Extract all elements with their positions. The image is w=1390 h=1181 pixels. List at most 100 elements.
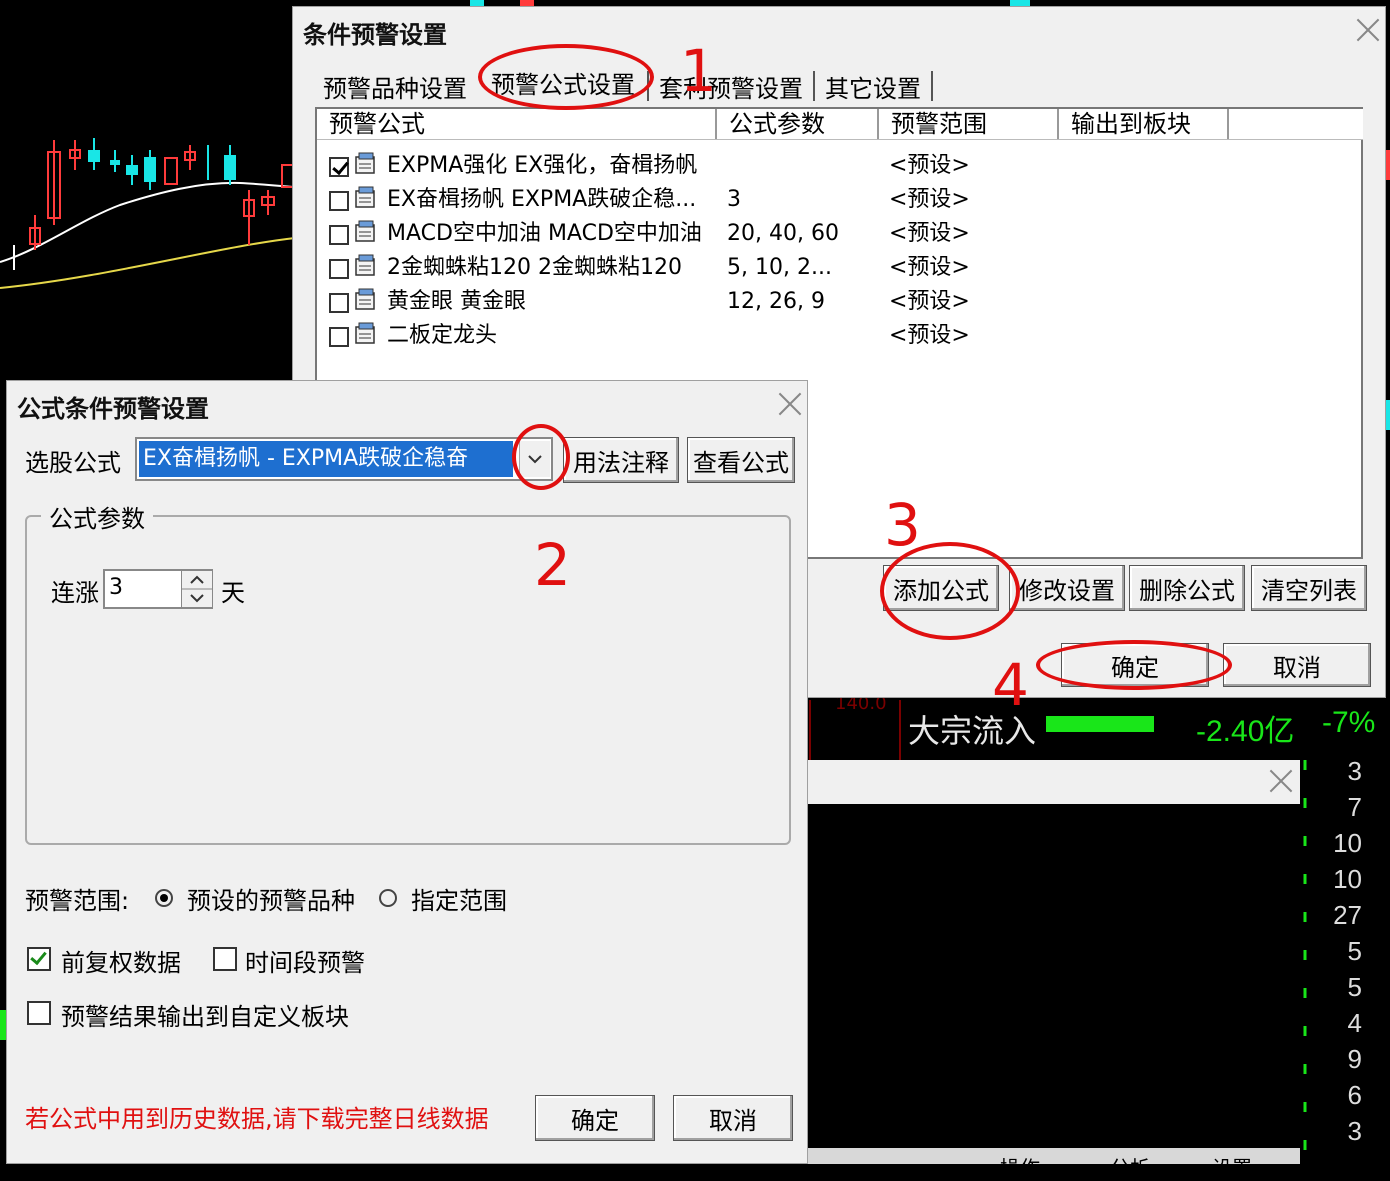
formula-row-range: <预设> [889, 323, 970, 348]
formula-icon [355, 186, 375, 208]
view-formula-button[interactable]: 查看公式 [687, 437, 795, 483]
background-dialog-titlebar [806, 760, 1300, 804]
formula-icon [355, 152, 375, 174]
param-unit: 天 [221, 579, 245, 607]
adjusted-data-checkbox[interactable] [27, 947, 51, 971]
formula-row[interactable]: 黄金眼 黄金眼 12, 26, 9 <预设> [325, 285, 1355, 319]
period-alert-checkbox[interactable] [213, 947, 237, 971]
col-header-params[interactable]: 公式参数 [717, 109, 879, 139]
formula-row-range: <预设> [889, 289, 970, 314]
header-divider [317, 139, 1363, 140]
param-input[interactable]: 3 [103, 569, 213, 609]
formula-row-checkbox[interactable] [329, 259, 349, 279]
output-board-checkbox[interactable] [27, 1001, 51, 1025]
formula-row-checkbox[interactable] [329, 191, 349, 211]
add-formula-button[interactable]: 添加公式 [883, 565, 999, 611]
formula-dialog-close-icon[interactable] [777, 391, 803, 417]
bottom-tab-settings[interactable]: 设置 [1212, 1152, 1252, 1181]
col-header-output[interactable]: 输出到板块 [1059, 109, 1229, 139]
formula-dialog-title: 公式条件预警设置 [17, 395, 209, 423]
tab-other-settings[interactable]: 其它设置 [825, 69, 921, 104]
formula-alert-dialog: 公式条件预警设置 选股公式 EX奋楫扬帆 - EXPMA跌破企稳奋 用法注释 查… [6, 380, 808, 1164]
adjusted-data-label: 前复权数据 [61, 949, 181, 977]
formula-select-dropdown[interactable] [519, 441, 550, 477]
formula-row-name: MACD空中加油 MACD空中加油 [387, 221, 702, 246]
annotation-number-1: 1 [680, 37, 717, 105]
range-label: 预警范围: [25, 887, 130, 915]
formula-row-range: <预设> [889, 255, 970, 280]
formula-icon [355, 322, 375, 344]
formula-row[interactable]: MACD空中加油 MACD空中加油 20, 40, 60 <预设> [325, 217, 1355, 251]
formula-icon [355, 220, 375, 242]
delete-formula-button[interactable]: 删除公式 [1129, 565, 1245, 611]
background-dialog-close-icon[interactable] [1268, 768, 1294, 794]
formula-row-params: 3 [727, 187, 741, 212]
params-group [25, 515, 791, 845]
block-flow-pct: -7% [1322, 706, 1376, 739]
chevron-down-icon [528, 455, 542, 464]
formula-row-range: <预设> [889, 187, 970, 212]
param-label: 连涨 [51, 579, 99, 607]
right-number: 6 [1347, 1080, 1362, 1110]
modify-settings-button[interactable]: 修改设置 [1009, 565, 1125, 611]
formula-row-name: 黄金眼 黄金眼 [387, 289, 526, 314]
col-header-range[interactable]: 预警范围 [879, 109, 1059, 139]
formula-row[interactable]: EX奋楫扬帆 EXPMA跌破企稳... 3 <预设> [325, 183, 1355, 217]
right-number: 3 [1347, 756, 1362, 786]
range-radio-preset[interactable] [155, 889, 173, 907]
block-flow-value: -2.40亿 [1196, 715, 1295, 748]
formula-row[interactable]: 2金蜘蛛粘120 2金蜘蛛粘120 5, 10, 2... <预设> [325, 251, 1355, 285]
alert-dialog-title: 条件预警设置 [303, 21, 447, 49]
formula-row-params: 12, 26, 9 [727, 289, 825, 314]
right-number: 4 [1347, 1008, 1362, 1038]
range-option-preset-label: 预设的预警品种 [187, 887, 355, 915]
formula-cancel-button[interactable]: 取消 [673, 1095, 793, 1141]
formula-row-name: EX奋楫扬帆 EXPMA跌破企稳... [387, 187, 697, 212]
clear-list-button[interactable]: 清空列表 [1251, 565, 1367, 611]
formula-row-params: 20, 40, 60 [727, 221, 839, 246]
background-dialog [806, 760, 1300, 1148]
params-group-label: 公式参数 [41, 499, 153, 534]
alert-dialog-close-icon[interactable] [1355, 17, 1381, 43]
tab-separator [647, 71, 649, 101]
annotation-number-4: 4 [992, 651, 1029, 719]
formula-row-params: 5, 10, 2... [727, 255, 832, 280]
right-number: 27 [1333, 900, 1362, 930]
formula-row[interactable]: 二板定龙头 <预设> [325, 319, 1355, 353]
formula-select-value: EX奋楫扬帆 - EXPMA跌破企稳奋 [139, 441, 513, 477]
right-number: 5 [1347, 936, 1362, 966]
right-number: 7 [1347, 792, 1362, 822]
bottom-tab-analyze[interactable]: 分析 [1110, 1152, 1150, 1181]
col-header-formula[interactable]: 预警公式 [317, 109, 717, 139]
formula-select[interactable]: EX奋楫扬帆 - EXPMA跌破企稳奋 [135, 437, 553, 481]
bottom-tab-operate[interactable]: 操作 [1000, 1152, 1040, 1181]
formula-row-checkbox[interactable] [329, 293, 349, 313]
tab-alert-products[interactable]: 预警品种设置 [323, 69, 467, 104]
range-radio-specified[interactable] [379, 889, 397, 907]
history-data-hint: 若公式中用到历史数据,请下载完整日线数据 [25, 1105, 489, 1133]
formula-row-range: <预设> [889, 221, 970, 246]
alert-cancel-button[interactable]: 取消 [1223, 643, 1371, 687]
usage-notes-button[interactable]: 用法注释 [563, 437, 679, 483]
annotation-number-3: 3 [884, 491, 921, 559]
formula-row[interactable]: EXPMA强化 EX强化，奋楫扬帆 <预设> [325, 149, 1355, 183]
tab-alert-formula[interactable]: 预警公式设置 [491, 65, 635, 100]
right-number: 10 [1333, 828, 1362, 858]
right-number: 5 [1347, 972, 1362, 1002]
formula-row-name: 二板定龙头 [387, 323, 498, 348]
param-spinner[interactable] [181, 571, 212, 607]
formula-row-checkbox[interactable] [329, 327, 349, 347]
right-number: 3 [1347, 1116, 1362, 1146]
select-formula-label: 选股公式 [25, 449, 121, 477]
formula-row-checkbox[interactable] [329, 157, 349, 177]
formula-row-range: <预设> [889, 153, 970, 178]
range-option-specified-label: 指定范围 [411, 887, 507, 915]
formula-ok-button[interactable]: 确定 [535, 1095, 655, 1141]
formula-row-name: EXPMA强化 EX强化，奋楫扬帆 [387, 153, 698, 178]
formula-row-name: 2金蜘蛛粘120 2金蜘蛛粘120 [387, 255, 682, 280]
formula-row-checkbox[interactable] [329, 225, 349, 245]
period-alert-label: 时间段预警 [245, 949, 365, 977]
tab-separator [813, 71, 815, 101]
tab-separator [931, 71, 933, 101]
alert-ok-button[interactable]: 确定 [1061, 643, 1209, 687]
